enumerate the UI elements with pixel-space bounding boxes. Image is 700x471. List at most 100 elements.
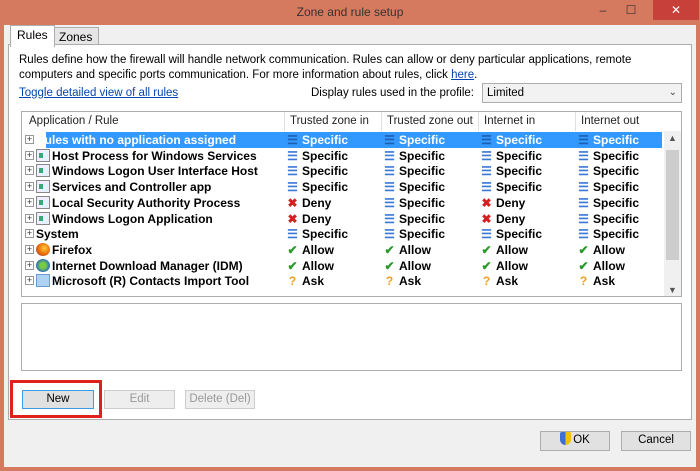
list-icon: ☰ xyxy=(578,133,589,147)
expand-icon[interactable]: + xyxy=(25,244,34,254)
rule-action-cell[interactable]: ☰ Specific xyxy=(383,227,445,241)
rule-action-cell[interactable]: ✔ Allow xyxy=(286,259,334,273)
tab-rules[interactable]: Rules xyxy=(10,25,55,47)
expand-icon[interactable]: + xyxy=(25,213,34,223)
rule-action-cell[interactable]: ☰ Specific xyxy=(383,212,445,226)
list-icon: ☰ xyxy=(578,195,589,210)
rule-row[interactable]: + System ☰ Specific ☰ Specific ☰ Specific ☰ Speci… xyxy=(22,226,662,242)
rule-row[interactable]: + Host Process for Windows Services ☰ Speci… xyxy=(22,148,662,164)
expand-icon[interactable]: + xyxy=(25,197,34,207)
rule-action-cell[interactable]: ✔ Allow xyxy=(383,243,431,257)
rule-row[interactable]: + Windows Logon User Interface Host ☰ Speci… xyxy=(22,163,662,179)
rule-row[interactable]: + Firefox ✔ Allow ✔ Allow ✔ Allow ✔ Allow xyxy=(22,242,662,258)
contacts-app-icon xyxy=(36,274,50,288)
deny-icon: ✖ xyxy=(481,195,492,210)
rule-name: Microsoft (R) Contacts Import Tool xyxy=(52,274,250,289)
rule-action-cell[interactable]: ☰ Specific xyxy=(383,180,445,194)
list-icon: ☰ xyxy=(384,164,395,179)
rule-action-cell[interactable]: ☰ Specific xyxy=(577,227,639,241)
rule-name: Host Process for Windows Services xyxy=(52,148,257,163)
rule-action-cell[interactable]: ✔ Allow xyxy=(577,259,625,273)
rule-action-cell[interactable]: ☰ Specific xyxy=(577,149,639,163)
idm-app-icon xyxy=(36,258,50,272)
expand-icon[interactable]: + xyxy=(25,166,34,176)
rule-action-cell[interactable]: ☰ Specific xyxy=(286,164,348,178)
expand-icon[interactable]: + xyxy=(25,229,34,239)
rule-action-cell[interactable]: ☰ Specific xyxy=(286,133,348,147)
rule-action-cell[interactable]: ☰ Specific xyxy=(577,133,639,147)
rule-row[interactable]: + Rules with no application assigned ☰ Spec… xyxy=(22,132,662,148)
rule-action-cell[interactable]: ☰ Specific xyxy=(480,180,542,194)
rule-name: Windows Logon Application xyxy=(52,211,213,226)
scroll-down-icon[interactable]: ▼ xyxy=(664,285,681,295)
cancel-button[interactable]: Cancel xyxy=(621,431,691,451)
rule-row[interactable]: + Local Security Authority Process ✖ Deny ☰ S… xyxy=(22,195,662,211)
edit-button[interactable]: Edit xyxy=(104,390,175,409)
rule-action-cell[interactable]: ☰ Specific xyxy=(383,149,445,163)
expand-icon[interactable]: + xyxy=(25,276,34,286)
rule-action-cell[interactable]: ☰ Specific xyxy=(577,196,639,210)
expand-icon[interactable]: + xyxy=(25,150,34,160)
rule-action-cell[interactable]: ☰ Specific xyxy=(577,164,639,178)
rule-name: Services and Controller app xyxy=(52,180,212,195)
rule-action-cell[interactable]: ✔ Allow xyxy=(577,243,625,257)
rules-list[interactable]: Application / Rule Trusted zone in Trust… xyxy=(21,111,682,297)
rule-action-cell[interactable]: ☰ Specific xyxy=(286,180,348,194)
column-header-internet-out[interactable]: Internet out xyxy=(581,115,639,127)
list-icon: ☰ xyxy=(578,164,589,179)
scrollbar[interactable]: ▲ ▼ xyxy=(664,131,681,296)
minimize-button[interactable]: – xyxy=(590,0,616,20)
rule-action-cell[interactable]: ✔ Allow xyxy=(480,259,528,273)
expand-icon[interactable]: + xyxy=(25,182,34,192)
rule-action-cell[interactable]: ? Ask xyxy=(383,274,421,288)
rule-action-cell[interactable]: ✖ Deny xyxy=(286,196,331,210)
expand-icon[interactable]: + xyxy=(25,135,34,144)
rule-action-cell[interactable]: ✔ Allow xyxy=(286,243,334,257)
column-header-trusted-in[interactable]: Trusted zone in xyxy=(290,115,369,127)
rule-action-cell[interactable]: ☰ Specific xyxy=(383,133,445,147)
window-title: Zone and rule setup xyxy=(296,5,404,19)
rule-action-cell[interactable]: ☰ Specific xyxy=(480,227,542,241)
rule-action-cell[interactable]: ☰ Specific xyxy=(480,149,542,163)
rule-action-cell[interactable]: ☰ Specific xyxy=(383,164,445,178)
check-icon: ✔ xyxy=(578,258,589,273)
rule-action-cell[interactable]: ☰ Specific xyxy=(480,133,542,147)
delete-button[interactable]: Delete (Del) xyxy=(185,390,255,409)
rule-row[interactable]: + Services and Controller app ☰ Specific ☰ Sp… xyxy=(22,179,662,195)
profile-select[interactable]: Limited ⌄ xyxy=(482,83,682,103)
rule-row[interactable]: + Windows Logon Application ✖ Deny ☰ Specific… xyxy=(22,211,662,227)
rule-action-cell[interactable]: ☰ Specific xyxy=(383,196,445,210)
toggle-detailed-view-link[interactable]: Toggle detailed view of all rules xyxy=(19,87,178,99)
rule-action-cell[interactable]: ✖ Deny xyxy=(286,212,331,226)
rule-action-cell[interactable]: ? Ask xyxy=(286,274,324,288)
rule-action-cell[interactable]: ✔ Allow xyxy=(480,243,528,257)
here-link[interactable]: here xyxy=(451,69,474,81)
profile-label: Display rules used in the profile: xyxy=(311,87,474,99)
expand-icon[interactable]: + xyxy=(25,260,34,270)
column-header-application[interactable]: Application / Rule xyxy=(29,115,119,127)
ok-button[interactable]: OK xyxy=(540,431,610,451)
new-button-highlight xyxy=(10,380,102,418)
rule-row[interactable]: + Microsoft (R) Contacts Import Tool ? Ask?… xyxy=(22,273,662,289)
rule-row[interactable]: + Internet Download Manager (IDM) ✔ Allow ✔ A… xyxy=(22,258,662,274)
close-button[interactable]: ✕ xyxy=(653,0,699,20)
check-icon: ✔ xyxy=(578,242,589,257)
rule-action-cell[interactable]: ☰ Specific xyxy=(577,212,639,226)
check-icon: ✔ xyxy=(481,242,492,257)
rule-action-cell[interactable]: ☰ Specific xyxy=(286,227,348,241)
rule-action-cell[interactable]: ✖ Deny xyxy=(480,212,525,226)
list-icon: ☰ xyxy=(578,227,589,242)
rule-action-cell[interactable]: ✖ Deny xyxy=(480,196,525,210)
rule-action-cell[interactable]: ? Ask xyxy=(480,274,518,288)
question-icon: ? xyxy=(288,274,297,289)
column-header-trusted-out[interactable]: Trusted zone out xyxy=(387,115,473,127)
maximize-button[interactable]: ☐ xyxy=(618,0,644,20)
rule-action-cell[interactable]: ☰ Specific xyxy=(286,149,348,163)
column-header-internet-in[interactable]: Internet in xyxy=(484,115,535,127)
scroll-up-icon[interactable]: ▲ xyxy=(664,133,681,143)
scroll-thumb[interactable] xyxy=(666,150,679,260)
rule-action-cell[interactable]: ✔ Allow xyxy=(383,259,431,273)
rule-action-cell[interactable]: ☰ Specific xyxy=(480,164,542,178)
rule-action-cell[interactable]: ☰ Specific xyxy=(577,180,639,194)
rule-action-cell[interactable]: ? Ask xyxy=(577,274,615,288)
